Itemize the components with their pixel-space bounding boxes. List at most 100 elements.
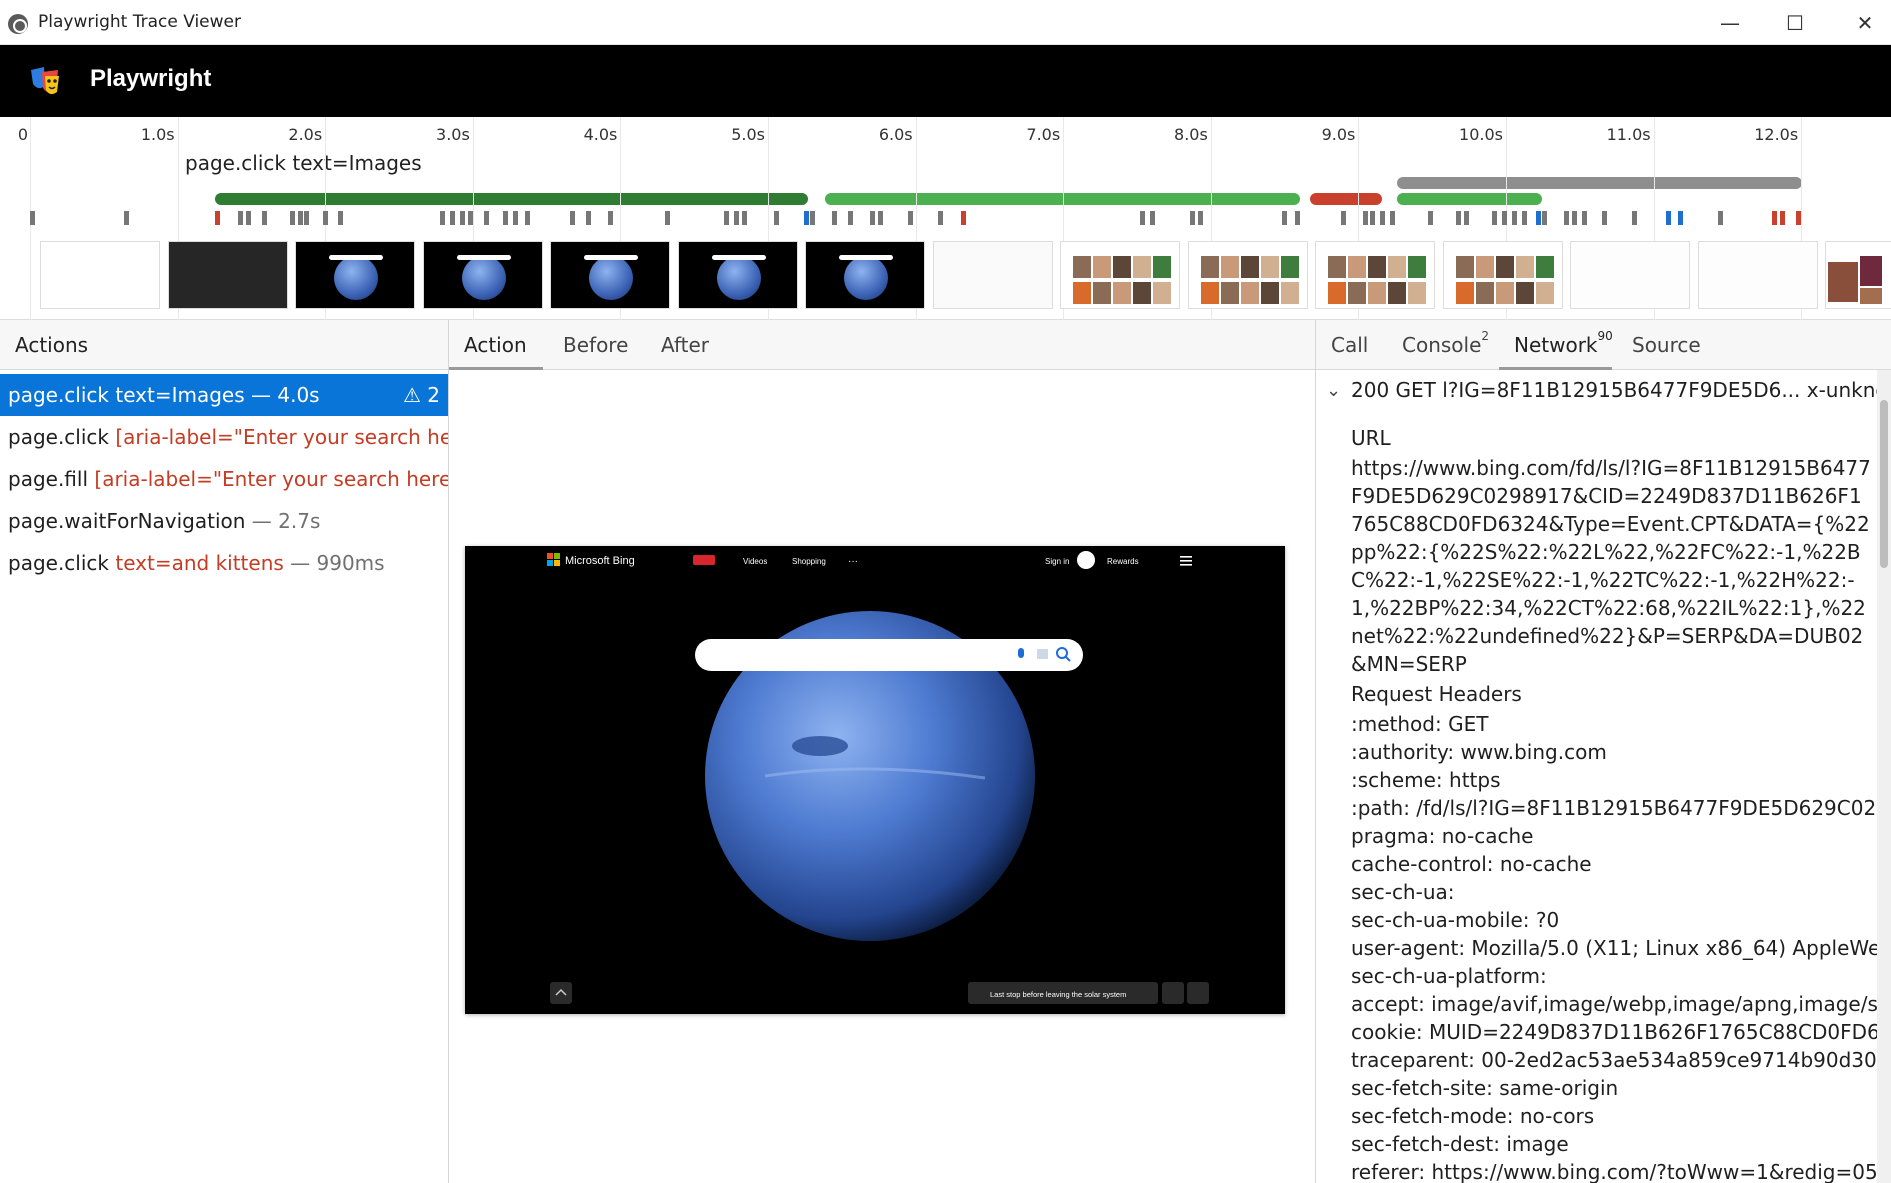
timeline-event-mark[interactable] (1512, 211, 1517, 225)
tab-call[interactable]: Call (1331, 333, 1368, 357)
timeline-event-mark[interactable] (804, 211, 809, 225)
timeline-thumbnail[interactable] (422, 241, 543, 309)
timeline-event-mark[interactable] (1150, 211, 1155, 225)
timeline-event-mark[interactable] (304, 211, 309, 225)
timeline-event-mark[interactable] (608, 211, 613, 225)
timeline-event-mark[interactable] (246, 211, 251, 225)
action-item-wait-navigation[interactable]: page.waitForNavigation — 2.7s (0, 500, 448, 542)
timeline-thumbnail[interactable] (1825, 241, 1891, 309)
timeline-event-mark[interactable] (450, 211, 455, 225)
timeline-action-bar[interactable] (1397, 193, 1542, 205)
timeline-event-mark[interactable] (774, 211, 779, 225)
timeline-thumbnail[interactable] (167, 241, 288, 309)
timeline-event-mark[interactable] (1542, 211, 1547, 225)
timeline-event-mark[interactable] (586, 211, 591, 225)
timeline-thumbnail[interactable] (40, 241, 160, 309)
timeline-event-mark[interactable] (1502, 211, 1507, 225)
tab-network[interactable]: Network90 (1514, 329, 1613, 357)
timeline-event-mark[interactable] (460, 211, 465, 225)
timeline-thumbnail[interactable] (677, 241, 798, 309)
timeline-event-mark[interactable] (1295, 211, 1300, 225)
timeline-event-mark[interactable] (238, 211, 243, 225)
timeline-event-mark[interactable] (1140, 211, 1145, 225)
tab-after[interactable]: After (661, 333, 709, 357)
timeline-event-mark[interactable] (1456, 211, 1461, 225)
timeline-event-mark[interactable] (742, 211, 747, 225)
timeline-event-mark[interactable] (1564, 211, 1569, 225)
detail-scrollbar[interactable] (1877, 370, 1891, 1183)
timeline-event-mark[interactable] (298, 211, 303, 225)
timeline-event-mark[interactable] (1390, 211, 1395, 225)
timeline-event-mark[interactable] (290, 211, 295, 225)
timeline-event-mark[interactable] (484, 211, 489, 225)
timeline-thumbnail[interactable] (1570, 241, 1690, 309)
timeline-event-mark[interactable] (1363, 211, 1368, 225)
chevron-down-icon[interactable]: ⌄ (1326, 380, 1341, 401)
timeline-event-mark[interactable] (30, 211, 35, 225)
timeline-thumbnail[interactable] (1187, 241, 1308, 309)
timeline-thumbnail[interactable] (1442, 241, 1563, 309)
minimize-icon[interactable]: — (1710, 8, 1750, 38)
timeline-event-mark[interactable] (1780, 211, 1785, 225)
timeline-event-mark[interactable] (570, 211, 575, 225)
timeline[interactable]: page.click text=Images 0 1.0s 2.0s 3.0s 4.0s… (0, 117, 1891, 320)
timeline-event-mark[interactable] (1464, 211, 1469, 225)
timeline-event-mark[interactable] (1602, 211, 1607, 225)
timeline-action-bar[interactable] (215, 193, 808, 205)
timeline-event-mark[interactable] (938, 211, 943, 225)
timeline-event-mark[interactable] (1282, 211, 1287, 225)
action-item-click-images[interactable]: page.click text=Images — 4.0s ⚠︎ 2 (0, 374, 448, 416)
timeline-event-mark[interactable] (1678, 211, 1683, 225)
timeline-thumbnail[interactable] (805, 241, 925, 309)
timeline-thumbnail[interactable] (1315, 241, 1435, 309)
tab-source[interactable]: Source (1632, 333, 1701, 357)
timeline-thumbnail[interactable] (932, 241, 1053, 309)
timeline-action-bar[interactable] (1397, 177, 1802, 189)
timeline-event-mark[interactable] (1772, 211, 1777, 225)
timeline-event-mark[interactable] (323, 211, 328, 225)
timeline-event-mark[interactable] (1666, 211, 1671, 225)
timeline-event-mark[interactable] (724, 211, 729, 225)
timeline-event-mark[interactable] (1632, 211, 1637, 225)
scrollbar-thumb[interactable] (1880, 400, 1888, 568)
timeline-event-mark[interactable] (848, 211, 853, 225)
timeline-event-mark[interactable] (1582, 211, 1587, 225)
timeline-event-mark[interactable] (1796, 211, 1801, 225)
action-item-fill-search[interactable]: page.fill [aria-label="Enter your search… (0, 458, 448, 500)
page-snapshot[interactable]: Microsoft Bing Videos Shopping ··· Sign … (465, 546, 1285, 1014)
timeline-event-mark[interactable] (1522, 211, 1527, 225)
timeline-thumbnail[interactable] (550, 241, 670, 309)
timeline-event-mark[interactable] (1198, 211, 1203, 225)
timeline-event-mark[interactable] (665, 211, 670, 225)
timeline-event-mark[interactable] (215, 211, 220, 225)
tab-action[interactable]: Action (464, 333, 527, 357)
timeline-event-mark[interactable] (1380, 211, 1385, 225)
timeline-event-mark[interactable] (878, 211, 883, 225)
tab-console[interactable]: Console2 (1402, 329, 1489, 357)
timeline-event-mark[interactable] (338, 211, 343, 225)
timeline-thumbnail[interactable] (1060, 241, 1180, 309)
timeline-event-mark[interactable] (1492, 211, 1497, 225)
timeline-event-mark[interactable] (1428, 211, 1433, 225)
timeline-event-mark[interactable] (513, 211, 518, 225)
action-item-click-kittens[interactable]: page.click text=and kittens — 990ms (0, 542, 448, 584)
timeline-thumbnail[interactable] (295, 241, 415, 309)
timeline-event-mark[interactable] (440, 211, 445, 225)
close-icon[interactable]: ✕ (1845, 8, 1885, 38)
timeline-event-mark[interactable] (1718, 211, 1723, 225)
timeline-event-mark[interactable] (810, 211, 815, 225)
timeline-event-mark[interactable] (1341, 211, 1346, 225)
tab-before[interactable]: Before (563, 333, 628, 357)
timeline-event-mark[interactable] (832, 211, 837, 225)
timeline-event-mark[interactable] (1370, 211, 1375, 225)
timeline-event-mark[interactable] (262, 211, 267, 225)
timeline-event-mark[interactable] (1572, 211, 1577, 225)
timeline-thumbnail[interactable] (1697, 241, 1818, 309)
maximize-icon[interactable]: ☐ (1775, 8, 1815, 38)
timeline-event-mark[interactable] (908, 211, 913, 225)
timeline-event-mark[interactable] (1190, 211, 1195, 225)
timeline-event-mark[interactable] (734, 211, 739, 225)
timeline-event-mark[interactable] (525, 211, 530, 225)
action-item-click-search[interactable]: page.click [aria-label="Enter your searc… (0, 416, 448, 458)
timeline-action-bar[interactable] (1310, 193, 1382, 205)
